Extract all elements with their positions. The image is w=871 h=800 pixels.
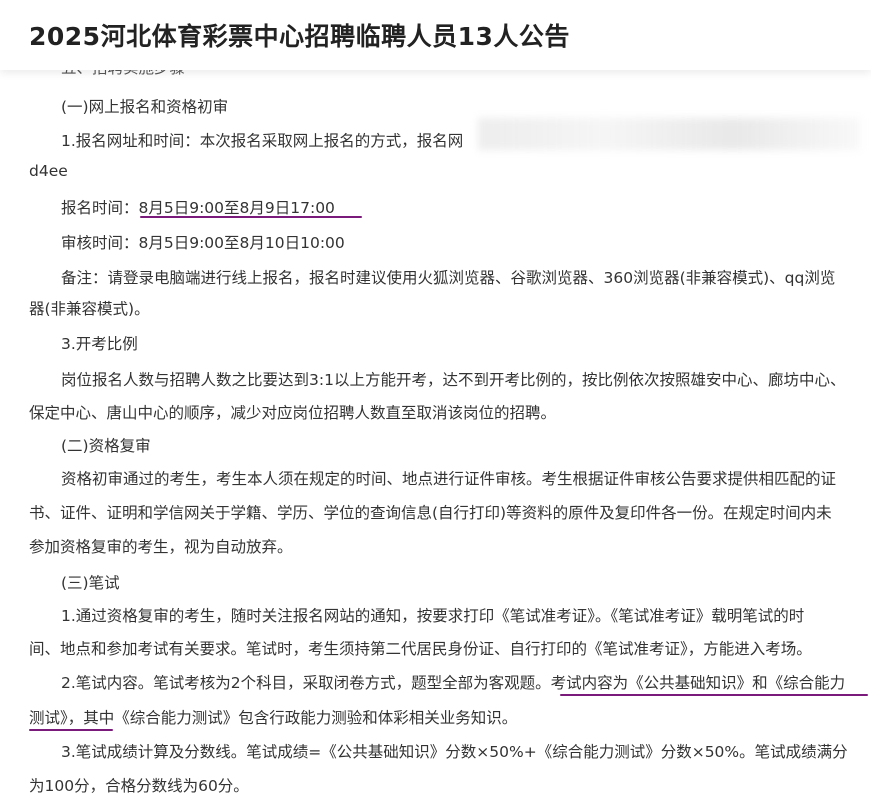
subsection-heading: (一)网上报名和资格初审 [61, 98, 229, 116]
handwritten-underline [140, 216, 362, 218]
paragraph-line: 资格初审通过的考生，考生本人须在规定的时间、地点进行证件审核。考生根据证件审核公… [61, 470, 837, 488]
paragraph-line: 保定中心、唐山中心的顺序，减少对应岗位招聘人数直至取消该岗位的招聘。 [29, 404, 557, 422]
subsection-heading: (三)笔试 [61, 574, 120, 592]
paragraph-line: 参加资格复审的考生，视为自动放弃。 [29, 538, 293, 556]
paragraph-line: 1.通过资格复审的考生，随时关注报名网站的通知，按要求打印《笔试准考证》。《笔试… [61, 607, 805, 625]
exam-content-line: 测试》，其中《综合能力测试》包含行政能力测验和体彩相关业务知识。 [29, 709, 518, 727]
paragraph-line: 备注：请登录电脑端进行线上报名，报名时建议使用火狐浏览器、谷歌浏览器、360浏览… [61, 269, 836, 287]
redacted-url-blur [478, 118, 860, 150]
handwritten-underline [29, 729, 113, 731]
subsection-heading: (二)资格复审 [61, 437, 151, 455]
registration-time-line: 报名时间：8月5日9:00至8月9日17:00 [61, 199, 335, 217]
paragraph-line: 为100分，合格分数线为60分。 [29, 777, 249, 795]
page-header: 2025河北体育彩票中心招聘临聘人员13人公告 [0, 0, 871, 70]
paragraph-line: 书、证件、证明和学信网关于学籍、学历、学位的查询信息(自行打印)等资料的原件及复… [29, 504, 832, 522]
subsection-heading: 3.开考比例 [61, 335, 138, 353]
paragraph-line: 岗位报名人数与招聘人数之比要达到3:1以上方能开考，达不到开考比例的，按比例依次… [61, 371, 846, 389]
paragraph-line: 间、地点和参加考试有关要求。笔试时，考生须持第二代居民身份证、自行打印的《笔试准… [29, 640, 812, 658]
paragraph-line: 器(非兼容模式)。 [29, 300, 150, 318]
exam-content-line: 2.笔试内容。笔试考核为2个科目，采取闭卷方式，题型全部为客观题。考试内容为《公… [61, 674, 846, 692]
paragraph-line: 3.笔试成绩计算及分数线。笔试成绩=《公共基础知识》分数×50%+《综合能力测试… [61, 743, 848, 761]
review-time-line: 审核时间：8月5日9:00至8月10日10:00 [61, 234, 345, 252]
handwritten-underline [560, 694, 868, 696]
page-title: 2025河北体育彩票中心招聘临聘人员13人公告 [29, 22, 570, 51]
article-body: 五、招聘实施步骤 (一)网上报名和资格初审 1.报名网址和时间：本次报名采取网上… [0, 0, 871, 800]
paragraph-line: 1.报名网址和时间：本次报名采取网上报名的方式，报名网 [61, 132, 464, 150]
paragraph-line: d4ee [29, 162, 68, 180]
